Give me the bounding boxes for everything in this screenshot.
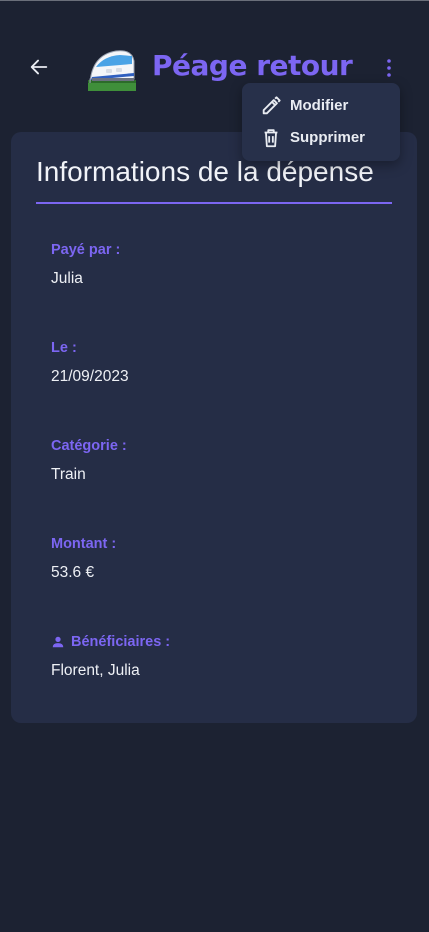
page-title: Péage retour	[152, 49, 353, 82]
title-underline	[36, 202, 392, 204]
menu-item-label: Supprimer	[290, 129, 366, 146]
trash-icon	[264, 129, 278, 148]
amount-value: 53.6 €	[51, 564, 95, 581]
date-label: Le :	[51, 340, 77, 356]
amount-label: Montant :	[51, 536, 117, 552]
category-label: Catégorie :	[51, 438, 127, 454]
beneficiaries-label: Bénéficiaires :	[71, 634, 171, 650]
high-speed-train-icon	[88, 50, 136, 91]
arrow-left-icon	[30, 59, 48, 75]
beneficiaries-label-row: Bénéficiaires :	[51, 634, 170, 650]
beneficiaries-value: Florent, Julia	[51, 662, 140, 679]
menu-item-label: Modifier	[290, 97, 349, 114]
payer-label: Payé par :	[51, 242, 121, 258]
options-menu: Modifier Supprimer	[242, 83, 400, 161]
payer-value: Julia	[51, 270, 83, 287]
top-edge-line	[0, 0, 429, 1]
more-vertical-icon	[387, 59, 391, 77]
category-value: Train	[51, 466, 86, 483]
date-value: 21/09/2023	[51, 368, 129, 385]
menu-item-supprimer[interactable]: Supprimer	[242, 122, 400, 154]
back-button[interactable]	[24, 52, 54, 82]
person-icon	[52, 636, 64, 648]
expense-info-card: Informations de la dépense Payé par : Ju…	[11, 132, 417, 723]
more-options-button[interactable]	[378, 54, 400, 82]
menu-item-modifier[interactable]: Modifier	[242, 90, 400, 122]
pencil-icon	[262, 96, 281, 115]
